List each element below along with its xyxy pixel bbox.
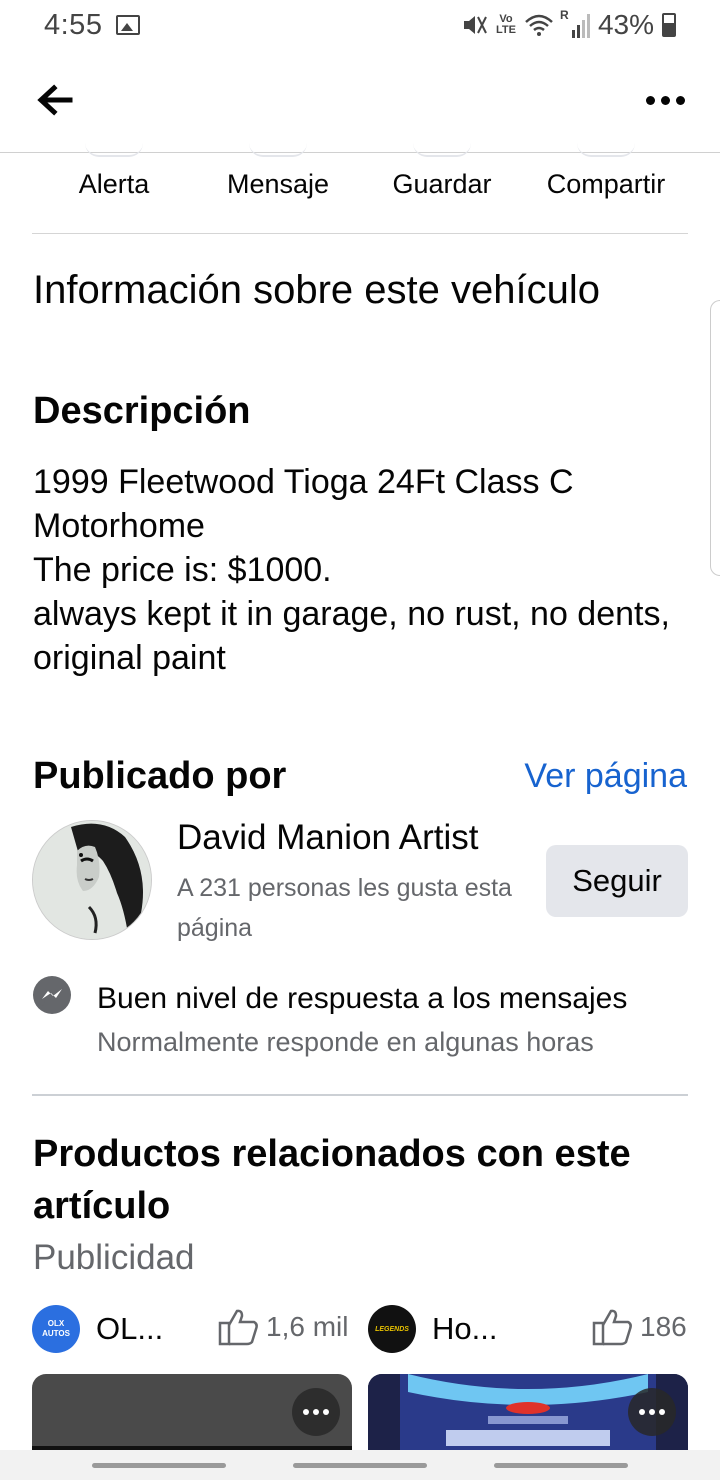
volte-icon: Vo LTE xyxy=(496,14,516,36)
status-icons: Vo LTE R 43% xyxy=(462,8,676,41)
view-page-link[interactable]: Ver página xyxy=(524,757,687,796)
ad-card[interactable] xyxy=(32,1374,352,1454)
ad-like-count: 1,6 mil xyxy=(266,1311,349,1342)
description-line: always kept it in garage, no rust, no de… xyxy=(33,595,670,677)
alert-label: Alerta xyxy=(78,169,150,199)
seller-name[interactable]: David Manion Artist xyxy=(177,818,479,858)
wifi-icon xyxy=(525,14,553,36)
vehicle-info-title: Información sobre este vehículo xyxy=(33,268,600,312)
share-action[interactable]: Compartir xyxy=(524,153,688,233)
battery-icon xyxy=(662,13,676,37)
published-by-heading: Publicado por xyxy=(33,755,287,797)
seller-avatar[interactable] xyxy=(32,820,152,940)
sponsored-label: Publicidad xyxy=(33,1238,195,1277)
more-dot-icon xyxy=(639,1409,645,1415)
ad-card-more-button[interactable] xyxy=(292,1388,340,1436)
more-dot-icon xyxy=(303,1409,309,1415)
response-rate-title: Buen nivel de respuesta a los mensajes xyxy=(97,982,628,1015)
ad-logo-text: LEGENDS xyxy=(375,1325,409,1333)
ad-advertiser[interactable]: LEGENDS Ho... xyxy=(368,1304,497,1354)
message-icon xyxy=(249,143,307,157)
nav-recents-button[interactable] xyxy=(92,1463,226,1468)
more-dot-icon xyxy=(659,1409,665,1415)
image-notification-icon xyxy=(116,15,141,35)
seller-likes: A 231 personas les gusta esta página xyxy=(177,874,512,942)
ad-name: OL... xyxy=(96,1311,164,1346)
follow-button[interactable]: Seguir xyxy=(546,845,688,917)
share-label: Compartir xyxy=(546,169,666,199)
mute-icon xyxy=(463,16,487,34)
back-arrow-icon xyxy=(37,84,73,116)
more-dot-icon xyxy=(649,1409,655,1415)
ad-name: Ho... xyxy=(432,1311,498,1346)
battery-percent: 43% xyxy=(597,9,654,40)
ad-like-count: 186 xyxy=(640,1311,687,1342)
description-text: 1999 Fleetwood Tioga 24Ft Class C Motorh… xyxy=(33,460,673,680)
related-products-title: Productos relacionados con este artículo xyxy=(33,1133,631,1227)
status-time: 4:55 xyxy=(44,8,103,41)
system-nav-bar xyxy=(0,1450,720,1480)
ad-like-button[interactable]: 1,6 mil xyxy=(218,1308,348,1346)
save-icon xyxy=(413,143,471,157)
edge-panel-handle[interactable] xyxy=(710,300,720,576)
signal-icon: R xyxy=(560,8,590,38)
description-heading: Descripción xyxy=(33,390,251,432)
more-dot-icon xyxy=(675,95,685,105)
alert-icon xyxy=(85,143,143,157)
seller-avatar-image xyxy=(33,821,151,939)
description-line: The price is: $1000. xyxy=(33,551,332,589)
ad-card[interactable] xyxy=(368,1374,688,1454)
ad-logo-text: OLX AUTOS xyxy=(42,1319,70,1338)
ad-advertiser[interactable]: OLX AUTOS OL... xyxy=(32,1304,163,1354)
message-label: Mensaje xyxy=(226,169,330,199)
back-button[interactable] xyxy=(34,80,78,120)
ad-card-more-button[interactable] xyxy=(628,1388,676,1436)
app-bar xyxy=(0,50,720,153)
more-dot-icon xyxy=(313,1409,319,1415)
save-action[interactable]: Guardar xyxy=(360,153,524,233)
share-icon xyxy=(577,143,635,157)
alert-action[interactable]: Alerta xyxy=(32,153,196,233)
nav-home-button[interactable] xyxy=(293,1463,427,1468)
nav-back-button[interactable] xyxy=(494,1463,628,1468)
more-dot-icon xyxy=(660,95,670,105)
legends-logo-icon: LEGENDS xyxy=(368,1305,416,1353)
messenger-icon xyxy=(33,976,71,1014)
message-action[interactable]: Mensaje xyxy=(196,153,360,233)
more-options-button[interactable] xyxy=(640,80,690,120)
section-divider xyxy=(32,1094,688,1096)
thumbs-up-icon xyxy=(592,1309,632,1346)
listing-actions: Alerta Mensaje Guardar Compartir xyxy=(32,153,688,234)
response-rate-subtitle: Normalmente responde en algunas horas xyxy=(97,1027,594,1057)
ad-like-button[interactable]: 186 xyxy=(592,1308,687,1346)
more-dot-icon xyxy=(323,1409,329,1415)
more-dot-icon xyxy=(645,95,655,105)
save-label: Guardar xyxy=(392,169,492,199)
status-bar: 4:55 Vo LTE R 43% xyxy=(0,0,720,50)
roaming-label: R xyxy=(559,8,569,22)
olx-logo-icon: OLX AUTOS xyxy=(32,1305,80,1353)
thumbs-up-icon xyxy=(218,1309,258,1346)
description-line: 1999 Fleetwood Tioga 24Ft Class C Motorh… xyxy=(33,463,574,545)
volte-bottom-label: LTE xyxy=(495,24,516,36)
